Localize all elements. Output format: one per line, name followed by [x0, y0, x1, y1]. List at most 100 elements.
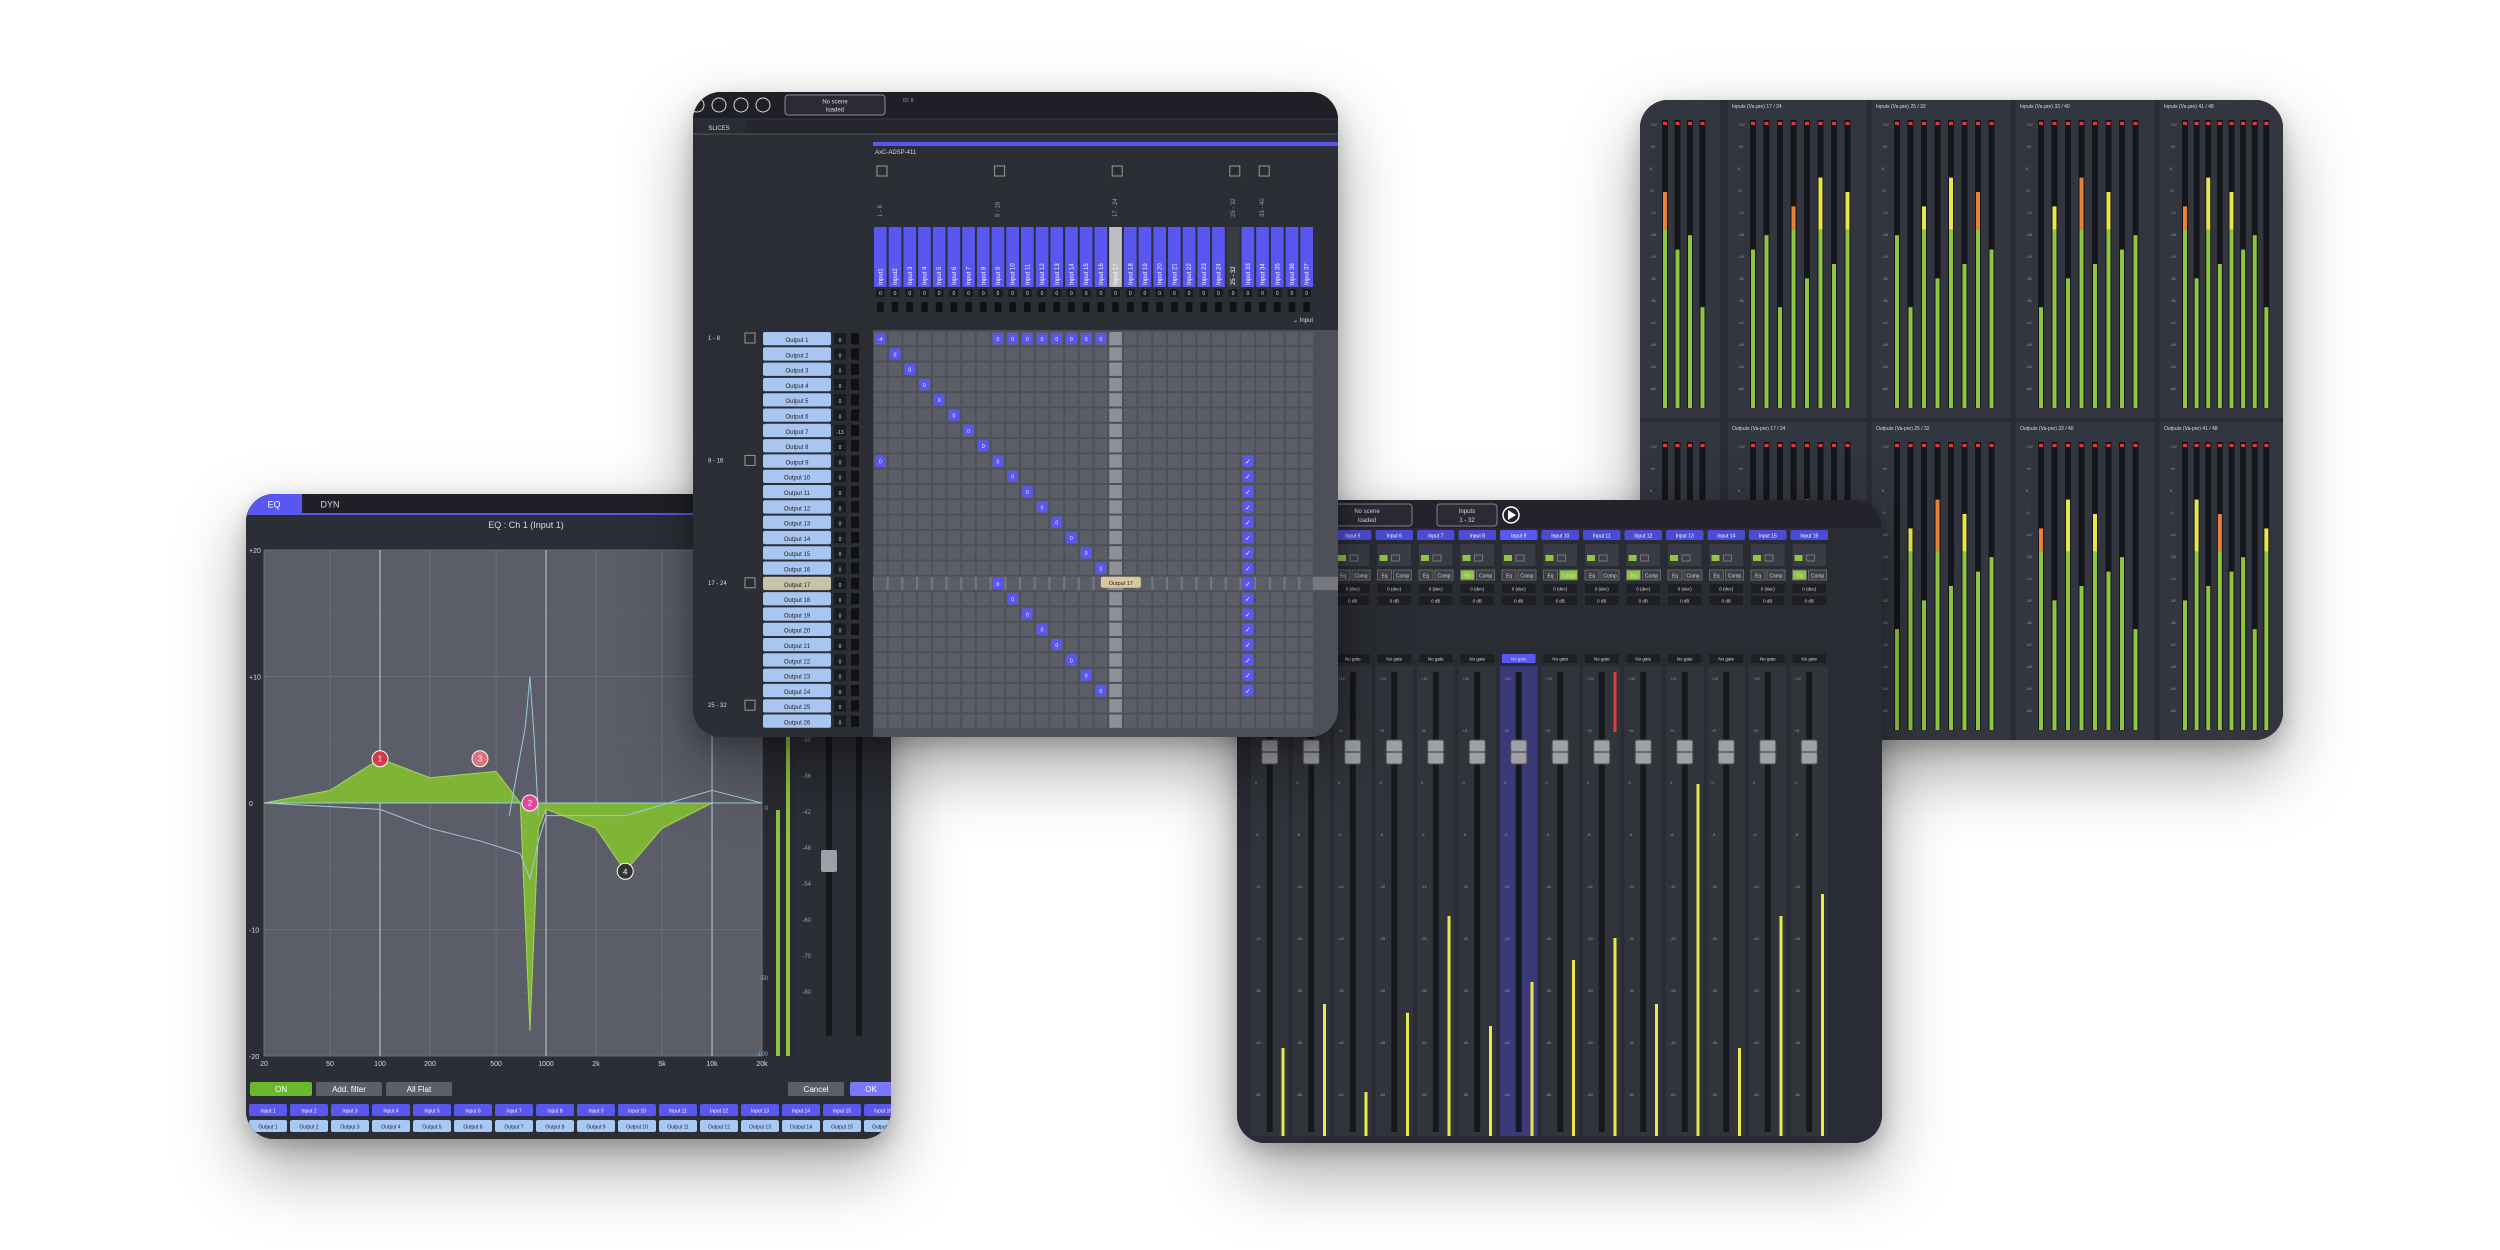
matrix-cell[interactable] — [947, 485, 961, 499]
matrix-cell[interactable] — [874, 515, 887, 529]
matrix-cell[interactable] — [1035, 515, 1049, 529]
matrix-cell[interactable] — [991, 347, 1005, 361]
matrix-cell[interactable] — [1256, 332, 1269, 346]
matrix-cell[interactable] — [1021, 561, 1034, 575]
matrix-cell[interactable] — [976, 530, 990, 545]
matrix-cell[interactable] — [1300, 699, 1313, 713]
matrix-cell[interactable] — [918, 607, 931, 621]
matrix-cell[interactable] — [1153, 592, 1166, 606]
matrix-cell[interactable] — [991, 592, 1005, 606]
matrix-cell[interactable] — [918, 500, 931, 514]
matrix-cell[interactable] — [1270, 576, 1284, 591]
matrix-cell[interactable] — [1212, 592, 1225, 606]
matrix-cell[interactable] — [918, 515, 931, 529]
matrix-cell[interactable] — [962, 469, 975, 483]
matrix-cell[interactable] — [1138, 638, 1152, 652]
channel-solo-led[interactable] — [1349, 554, 1359, 562]
matrix-cell[interactable] — [976, 638, 990, 652]
matrix-cell[interactable] — [962, 393, 975, 407]
channel-mute-led[interactable] — [1753, 555, 1761, 561]
matrix-cell[interactable] — [1050, 699, 1064, 713]
matrix-cell[interactable] — [1256, 423, 1269, 438]
matrix-cell[interactable] — [962, 500, 975, 514]
matrix-cell[interactable] — [1212, 653, 1225, 667]
matrix-cell[interactable] — [1006, 393, 1019, 407]
matrix-cell[interactable] — [1256, 408, 1269, 422]
matrix-cell[interactable] — [1050, 347, 1064, 361]
matrix-cell[interactable] — [1035, 607, 1049, 621]
matrix-cell[interactable] — [1212, 515, 1225, 529]
matrix-cell[interactable] — [1035, 362, 1049, 376]
matrix-cell[interactable] — [918, 683, 931, 698]
matrix-cell[interactable] — [1138, 423, 1152, 438]
matrix-cell[interactable] — [1197, 515, 1211, 529]
matrix-cell[interactable] — [1197, 423, 1211, 438]
matrix-cell[interactable] — [1270, 668, 1284, 682]
row-group-collapse[interactable] — [744, 699, 756, 711]
matrix-cell[interactable] — [1270, 622, 1284, 636]
matrix-cell[interactable] — [962, 668, 975, 682]
matrix-cell[interactable] — [1079, 423, 1093, 438]
matrix-cell[interactable] — [1300, 485, 1313, 499]
matrix-cell[interactable] — [1197, 454, 1211, 468]
matrix-cell[interactable] — [1153, 699, 1166, 713]
matrix-cell[interactable] — [1285, 332, 1299, 346]
matrix-cell[interactable] — [1138, 592, 1152, 606]
matrix-cell[interactable] — [1212, 393, 1225, 407]
matrix-cell[interactable] — [1021, 515, 1034, 529]
matrix-cell[interactable] — [932, 576, 946, 591]
matrix-cell[interactable] — [1065, 439, 1078, 453]
matrix-cell[interactable] — [1270, 332, 1284, 346]
matrix-cell[interactable] — [1256, 638, 1269, 652]
matrix-cell[interactable] — [976, 561, 990, 575]
matrix-cell[interactable] — [1050, 377, 1064, 392]
channel-mute-led[interactable] — [1379, 555, 1388, 561]
matrix-cell[interactable] — [991, 423, 1005, 438]
matrix-cell[interactable] — [903, 546, 917, 560]
matrix-cell[interactable] — [1050, 423, 1064, 438]
matrix-cell[interactable] — [962, 439, 975, 453]
matrix-cell[interactable] — [1285, 377, 1299, 392]
matrix-cell[interactable] — [1109, 653, 1122, 667]
matrix-cell[interactable] — [918, 439, 931, 453]
matrix-cell[interactable] — [1079, 561, 1093, 575]
matrix-cell[interactable] — [1006, 515, 1019, 529]
matrix-cell[interactable] — [1300, 622, 1313, 636]
matrix-cell[interactable] — [1226, 515, 1240, 529]
matrix-cell[interactable] — [1270, 683, 1284, 698]
matrix-cell[interactable] — [962, 683, 975, 698]
matrix-cell[interactable] — [1021, 530, 1034, 545]
matrix-cell[interactable] — [1300, 546, 1313, 560]
matrix-cell[interactable] — [1256, 500, 1269, 514]
matrix-cell[interactable] — [874, 408, 887, 422]
matrix-cell[interactable] — [1079, 699, 1093, 713]
matrix-cell[interactable] — [1079, 500, 1093, 514]
matrix-cell[interactable] — [1021, 362, 1034, 376]
matrix-cell[interactable] — [1035, 714, 1049, 728]
matrix-cell[interactable] — [1123, 530, 1137, 545]
matrix-cell[interactable] — [888, 714, 902, 728]
matrix-cell[interactable] — [932, 454, 946, 468]
matrix-cell[interactable] — [932, 546, 946, 560]
matrix-cell[interactable] — [1256, 377, 1269, 392]
matrix-cell[interactable] — [1270, 714, 1284, 728]
matrix-cell[interactable] — [1123, 500, 1137, 514]
matrix-cell[interactable] — [1256, 393, 1269, 407]
matrix-cell[interactable] — [1285, 347, 1299, 361]
matrix-cell[interactable] — [962, 454, 975, 468]
matrix-cell[interactable] — [1109, 592, 1122, 606]
matrix-cell[interactable] — [1212, 638, 1225, 652]
matrix-cell[interactable] — [1065, 714, 1078, 728]
matrix-cell[interactable] — [1065, 515, 1078, 529]
matrix-cell[interactable] — [1168, 622, 1181, 636]
matrix-cell[interactable] — [888, 699, 902, 713]
matrix-cell[interactable] — [1138, 530, 1152, 545]
matrix-cell[interactable] — [1021, 377, 1034, 392]
matrix-cell[interactable] — [1153, 515, 1166, 529]
matrix-cell[interactable] — [918, 638, 931, 652]
channel-solo-led[interactable] — [1598, 554, 1608, 562]
matrix-cell[interactable] — [1212, 332, 1225, 346]
matrix-cell[interactable] — [947, 347, 961, 361]
matrix-cell[interactable] — [874, 699, 887, 713]
matrix-cell[interactable] — [976, 393, 990, 407]
